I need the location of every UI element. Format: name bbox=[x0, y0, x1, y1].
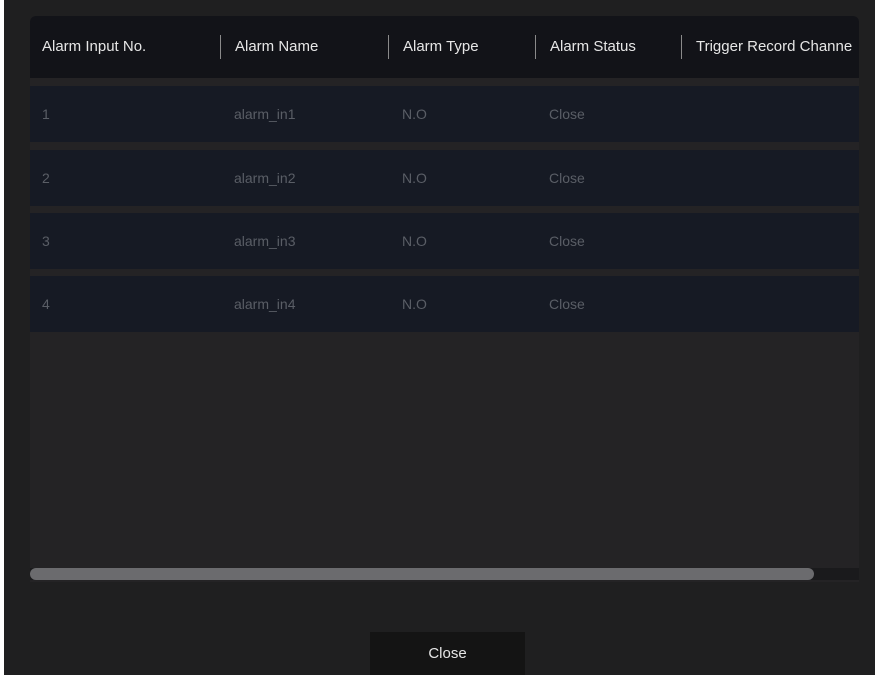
table-row[interactable]: 1 alarm_in1 N.O Close bbox=[30, 86, 859, 142]
alarm-input-no-cell: 2 bbox=[42, 170, 50, 186]
table-row[interactable]: 2 alarm_in2 N.O Close bbox=[30, 150, 859, 206]
scrollbar-thumb[interactable] bbox=[30, 568, 814, 580]
column-divider[interactable] bbox=[535, 35, 536, 59]
column-divider[interactable] bbox=[681, 35, 682, 59]
alarm-type-cell: N.O bbox=[402, 233, 427, 249]
table-header: Alarm Input No. Alarm Name Alarm Type Al… bbox=[30, 16, 859, 78]
alarm-input-table: Alarm Input No. Alarm Name Alarm Type Al… bbox=[30, 16, 859, 582]
column-header-alarm-name[interactable]: Alarm Name bbox=[235, 16, 318, 78]
column-header-trigger-record-channel[interactable]: Trigger Record Channe bbox=[696, 16, 852, 78]
alarm-name-cell: alarm_in4 bbox=[234, 296, 296, 312]
horizontal-scrollbar[interactable] bbox=[30, 568, 859, 580]
table-row[interactable]: 4 alarm_in4 N.O Close bbox=[30, 276, 859, 332]
column-header-alarm-status[interactable]: Alarm Status bbox=[550, 16, 636, 78]
alarm-type-cell: N.O bbox=[402, 296, 427, 312]
alarm-input-no-cell: 4 bbox=[42, 296, 50, 312]
alarm-type-cell: N.O bbox=[402, 106, 427, 122]
column-divider[interactable] bbox=[388, 35, 389, 59]
column-header-alarm-type[interactable]: Alarm Type bbox=[403, 16, 479, 78]
alarm-name-cell: alarm_in1 bbox=[234, 106, 296, 122]
table-row[interactable]: 3 alarm_in3 N.O Close bbox=[30, 213, 859, 269]
alarm-input-dialog: Alarm Input No. Alarm Name Alarm Type Al… bbox=[4, 0, 875, 675]
alarm-type-cell: N.O bbox=[402, 170, 427, 186]
alarm-input-no-cell: 1 bbox=[42, 106, 50, 122]
column-header-alarm-input-no[interactable]: Alarm Input No. bbox=[42, 16, 146, 78]
close-button[interactable]: Close bbox=[370, 632, 525, 675]
alarm-status-cell: Close bbox=[549, 170, 585, 186]
alarm-name-cell: alarm_in2 bbox=[234, 170, 296, 186]
alarm-status-cell: Close bbox=[549, 106, 585, 122]
column-divider[interactable] bbox=[220, 35, 221, 59]
alarm-status-cell: Close bbox=[549, 296, 585, 312]
alarm-input-no-cell: 3 bbox=[42, 233, 50, 249]
alarm-name-cell: alarm_in3 bbox=[234, 233, 296, 249]
alarm-status-cell: Close bbox=[549, 233, 585, 249]
